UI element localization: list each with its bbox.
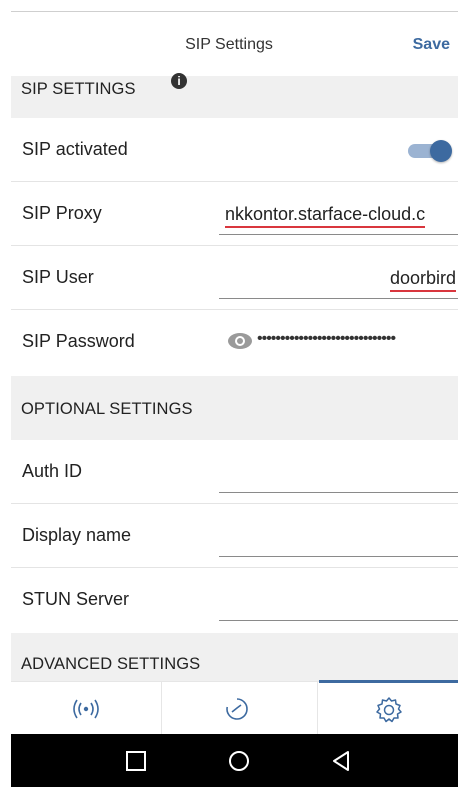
square-icon [126, 751, 146, 771]
section-sip-settings-label: SIP SETTINGS [21, 80, 136, 98]
history-clock-icon [225, 698, 248, 720]
active-tab-indicator [319, 680, 458, 683]
eye-icon[interactable] [227, 330, 253, 352]
sip-user-value: doorbird [389, 268, 456, 292]
sip-proxy-value: nkkontor.starface-cloud.c [225, 204, 426, 228]
sip-proxy-input[interactable]: nkkontor.starface-cloud.c [219, 194, 458, 235]
sip-password-label: SIP Password [22, 331, 135, 351]
stun-server-label: STUN Server [22, 589, 130, 609]
back-button[interactable] [327, 747, 357, 775]
section-advanced-settings-label: ADVANCED SETTINGS [21, 655, 201, 673]
app-header: SIP Settings Save [0, 12, 458, 76]
row-sip-password: SIP Password •••••••••••••••••••••••••••… [11, 310, 458, 373]
circle-icon [229, 751, 249, 771]
sip-activated-label: SIP activated [22, 139, 128, 159]
sip-proxy-label: SIP Proxy [22, 203, 102, 223]
row-display-name: Display name [11, 504, 458, 568]
sip-activated-toggle[interactable] [408, 140, 452, 162]
section-optional-settings: OPTIONAL SETTINGS [11, 376, 458, 440]
row-sip-user: SIP User doorbird [11, 246, 458, 310]
tab-live[interactable] [11, 682, 160, 735]
display-name-input[interactable] [219, 516, 458, 557]
back-triangle-icon [333, 751, 349, 771]
auth-id-input[interactable] [219, 452, 458, 493]
tab-history[interactable] [162, 682, 311, 735]
home-button[interactable] [224, 747, 254, 775]
save-button[interactable]: Save [413, 36, 450, 54]
bottom-tab-bar [11, 680, 458, 735]
page-title: SIP Settings [185, 36, 273, 53]
section-advanced-settings: ADVANCED SETTINGS [11, 633, 458, 681]
row-sip-proxy: SIP Proxy nkkontor.starface-cloud.c [11, 182, 458, 246]
toggle-knob [430, 140, 452, 162]
recent-apps-button[interactable] [121, 747, 151, 775]
info-icon[interactable]: i [171, 73, 187, 89]
tab-divider [317, 682, 318, 735]
system-navigation-bar [11, 734, 458, 787]
section-optional-settings-label: OPTIONAL SETTINGS [21, 400, 193, 418]
display-name-label: Display name [22, 525, 132, 545]
row-auth-id: Auth ID [11, 440, 458, 504]
section-sip-settings: SIP SETTINGS i [11, 73, 458, 118]
stun-server-input[interactable] [219, 580, 458, 621]
broadcast-icon [72, 699, 99, 719]
sip-user-label: SIP User [22, 267, 94, 287]
settings-gear-icon [375, 697, 402, 723]
auth-id-label: Auth ID [22, 461, 83, 481]
row-stun-server: STUN Server [11, 568, 458, 631]
tab-settings[interactable] [319, 680, 458, 735]
sip-password-input[interactable]: •••••••••••••••••••••••••••••• [219, 322, 458, 362]
password-mask: •••••••••••••••••••••••••••••• [257, 330, 396, 347]
sip-user-input[interactable]: doorbird [219, 258, 458, 299]
row-sip-activated: SIP activated [11, 118, 458, 182]
